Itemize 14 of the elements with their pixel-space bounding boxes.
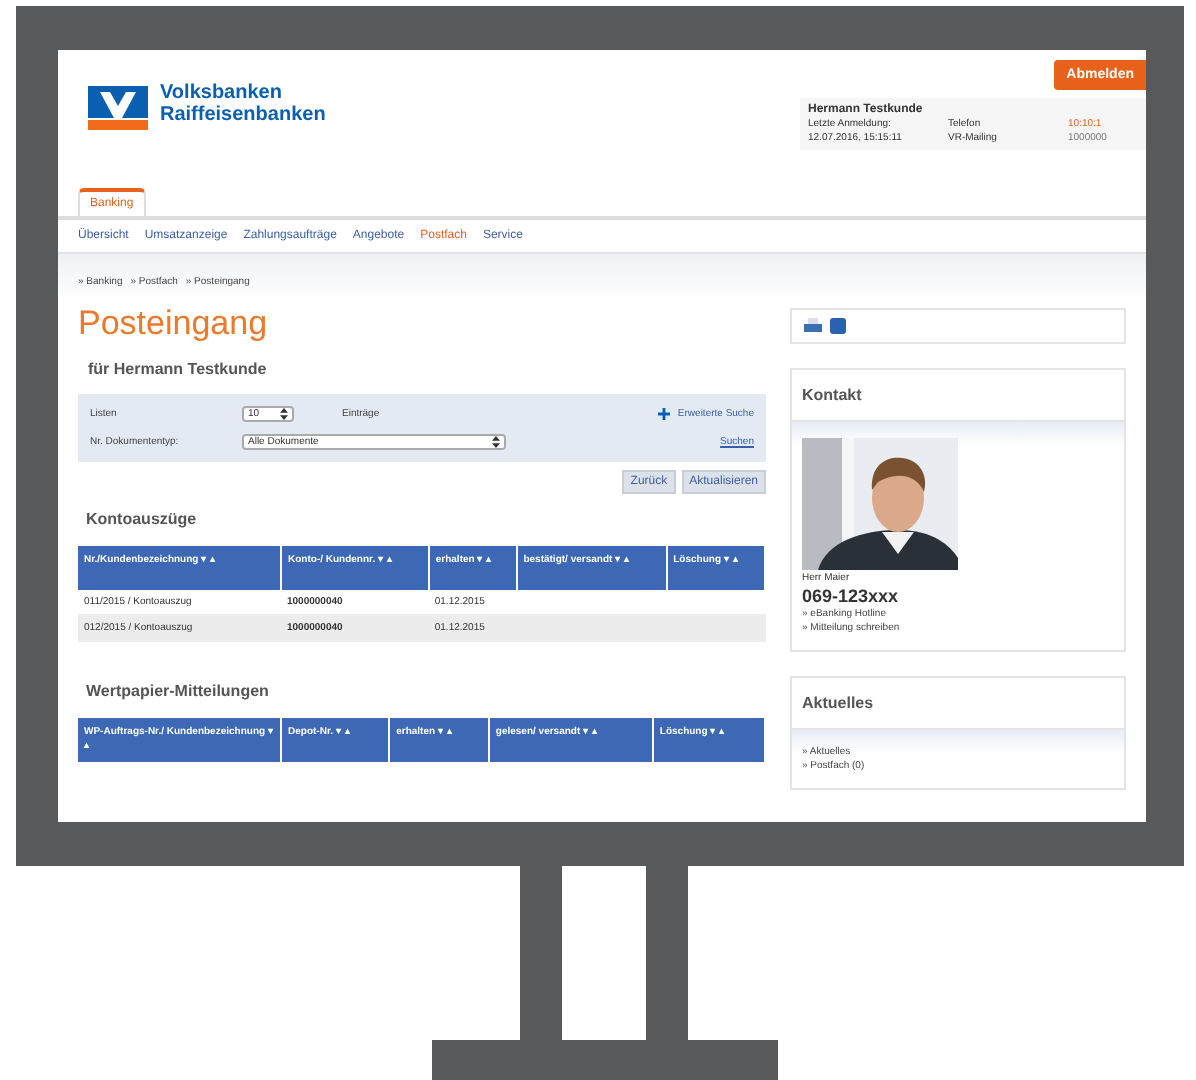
section-heading: Kontoauszüge [86, 510, 199, 528]
panel-title: Aktuelles [802, 694, 874, 712]
bank-logo-icon [88, 86, 148, 130]
page-title: Posteingang [78, 304, 270, 344]
page-subtitle: für Hermann Testkunde [88, 360, 269, 378]
spinner-arrows-icon [280, 408, 288, 420]
section-heading: Wertpapier-Mitteilungen [86, 682, 271, 700]
brand-name: Raiffeisenbanken [160, 104, 326, 126]
printer-icon[interactable] [804, 318, 822, 334]
plus-icon [657, 408, 670, 420]
spinner-arrows-icon [492, 436, 500, 448]
contact-phone: 069-123xxx [802, 586, 899, 606]
panel-title: Kontakt [802, 386, 862, 404]
brand-name: Volksbanken [160, 82, 284, 104]
